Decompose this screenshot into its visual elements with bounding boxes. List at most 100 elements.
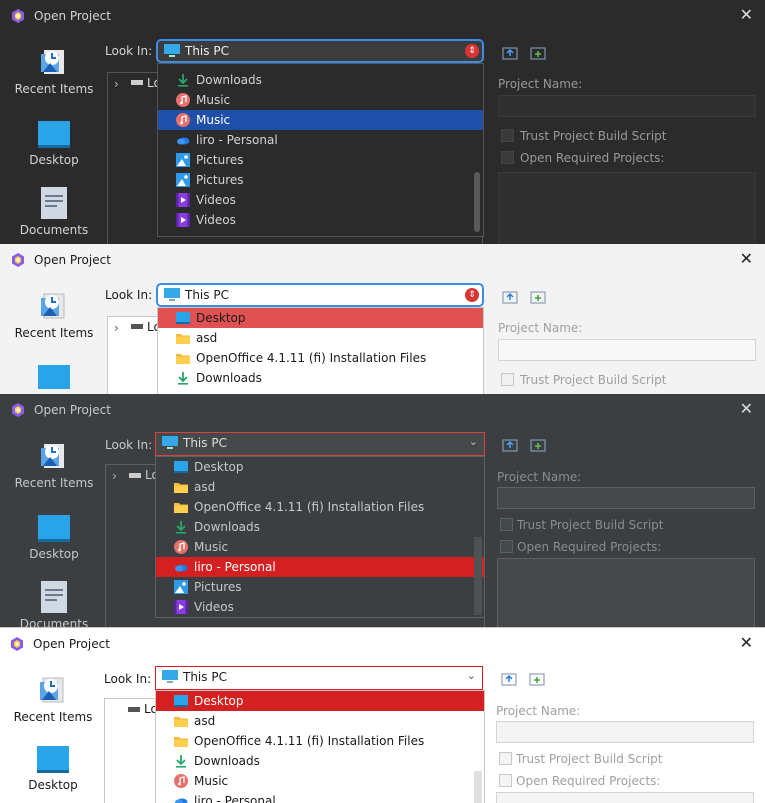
dropdown-item[interactable]: Pictures [158, 170, 483, 190]
trust-build-script-checkbox[interactable] [500, 518, 513, 531]
desktop-icon [38, 515, 70, 542]
sidebar-recent-items[interactable]: Recent Items [10, 46, 98, 96]
onedrive-icon [176, 133, 190, 147]
project-name-label: Project Name: [496, 704, 581, 718]
dropdown-item[interactable]: Downloads [158, 368, 483, 388]
close-button[interactable]: ✕ [740, 250, 753, 268]
dropdown-item[interactable]: Music [158, 110, 483, 130]
dropdown-item[interactable]: Desktop [156, 691, 484, 711]
look-in-combobox[interactable]: This PC ⌄ [155, 666, 483, 690]
dropdown-item[interactable]: Pictures [158, 150, 483, 170]
look-in-dropdown[interactable]: Downloads Music Music liro - Personal Pictur… [157, 63, 484, 237]
open-required-label: Open Required Projects: [517, 540, 662, 554]
trust-build-script-checkbox[interactable] [499, 752, 512, 765]
dropdown-item[interactable]: Music [158, 90, 483, 110]
sidebar-recent-items[interactable]: Recent Items [9, 674, 97, 724]
project-name-label: Project Name: [497, 470, 582, 484]
dropdown-item[interactable]: liro - Personal [158, 130, 483, 150]
desktop-icon [37, 746, 69, 773]
new-folder-icon[interactable] [530, 438, 546, 452]
sidebar-desktop[interactable]: Desktop [9, 746, 97, 792]
dropdown-item-label: Desktop [196, 311, 246, 325]
dropdown-item-label: Desktop [194, 694, 244, 708]
tree-expand-icon[interactable]: › [114, 77, 119, 91]
dropdown-item-label: OpenOffice 4.1.11 (fi) Installation File… [194, 500, 425, 514]
videos-icon [174, 600, 188, 614]
sidebar-documents[interactable]: Documents [10, 581, 98, 627]
dropdown-item[interactable]: Videos [156, 597, 484, 617]
dropdown-item-label: Downloads [194, 520, 260, 534]
dropdown-item[interactable]: Videos [158, 210, 483, 230]
open-required-checkbox[interactable] [499, 774, 512, 787]
dropdown-item[interactable]: OpenOffice 4.1.11 (fi) Installation File… [158, 348, 483, 368]
dropdown-item[interactable]: liro - Personal [156, 791, 484, 803]
dropdown-scrollbar[interactable] [474, 172, 480, 232]
dropdown-item[interactable]: Music [156, 771, 484, 791]
dropdown-item[interactable]: asd [156, 711, 484, 731]
trust-build-script-checkbox[interactable] [501, 129, 514, 142]
sidebar-desktop[interactable] [10, 365, 98, 394]
documents-icon [41, 187, 67, 219]
new-folder-icon[interactable] [530, 290, 546, 304]
dropdown-item[interactable]: OpenOffice 4.1.11 (fi) Installation File… [156, 731, 484, 751]
dropdown-item[interactable]: Downloads [156, 517, 484, 537]
dropdown-scrollbar[interactable] [474, 537, 482, 615]
up-folder-icon[interactable] [501, 672, 517, 686]
sidebar-recent-items[interactable]: Recent Items [10, 290, 98, 340]
open-required-label: Open Required Projects: [516, 774, 661, 788]
dropdown-item[interactable]: Pictures [156, 577, 484, 597]
dropdown-item-label: Downloads [196, 73, 262, 87]
pictures-icon [174, 580, 188, 594]
recent-items-icon [40, 677, 64, 703]
look-in-value: This PC [185, 288, 229, 302]
sidebar-desktop[interactable]: Desktop [10, 121, 98, 167]
up-folder-icon[interactable] [502, 290, 518, 304]
sidebar-desktop[interactable]: Desktop [10, 515, 98, 561]
look-in-dropdown[interactable]: Desktop asd OpenOffice 4.1.11 (fi) Install… [155, 690, 485, 803]
combo-arrow-icon[interactable]: ⇕ [465, 44, 479, 58]
dropdown-item[interactable]: Desktop [158, 308, 483, 328]
dropdown-item[interactable]: Music [156, 537, 484, 557]
dialog-title: Open Project [33, 637, 110, 651]
new-folder-icon[interactable] [530, 46, 546, 60]
sidebar-recent-items[interactable]: Recent Items [10, 440, 98, 490]
look-in-combobox[interactable]: This PC ⇕ [157, 40, 483, 62]
look-in-combobox[interactable]: This PC ⌄ [155, 432, 485, 456]
sidebar-documents[interactable]: Documents [10, 187, 98, 237]
new-folder-icon[interactable] [529, 672, 545, 686]
onedrive-icon [174, 560, 188, 574]
dropdown-item[interactable]: Desktop [156, 457, 484, 477]
dropdown-item[interactable]: Downloads [158, 70, 483, 90]
dropdown-scrollbar[interactable] [474, 771, 482, 803]
dropdown-item[interactable]: Videos [158, 190, 483, 210]
close-button[interactable]: ✕ [740, 400, 753, 418]
sidebar-label-recent: Recent Items [14, 476, 94, 490]
look-in-combobox[interactable]: This PC ⇕ [157, 284, 483, 306]
dropdown-item[interactable]: asd [156, 477, 484, 497]
dropdown-item[interactable]: liro - Personal [156, 557, 484, 577]
look-in-dropdown[interactable]: Desktop asd OpenOffice 4.1.11 (fi) Install… [157, 307, 484, 394]
desktop-icon [174, 694, 188, 708]
dropdown-item-label: asd [194, 480, 216, 494]
close-button[interactable]: ✕ [740, 634, 753, 652]
dropdown-item[interactable]: OpenOffice 4.1.11 (fi) Installation File… [156, 497, 484, 517]
dropdown-item[interactable]: asd [158, 328, 483, 348]
chevron-down-icon[interactable]: ⌄ [467, 669, 476, 682]
trust-build-script-checkbox[interactable] [501, 373, 514, 386]
look-in-label: Look In: [105, 288, 153, 302]
chevron-down-icon[interactable]: ⌄ [469, 435, 478, 448]
combo-arrow-icon[interactable]: ⇕ [465, 288, 479, 302]
open-project-dialog-darcula: Open Project ✕ Recent Items Desktop Docu… [0, 394, 765, 627]
dropdown-item[interactable]: Downloads [156, 751, 484, 771]
tree-expand-icon[interactable]: › [114, 321, 119, 335]
open-required-checkbox[interactable] [500, 540, 513, 553]
download-icon [174, 520, 188, 534]
look-in-label: Look In: [105, 44, 153, 58]
drive-icon [131, 80, 143, 85]
up-folder-icon[interactable] [502, 46, 518, 60]
close-button[interactable]: ✕ [740, 6, 753, 24]
open-required-checkbox[interactable] [501, 151, 514, 164]
look-in-dropdown[interactable]: Desktop asd OpenOffice 4.1.11 (fi) Install… [155, 456, 485, 618]
up-folder-icon[interactable] [502, 438, 518, 452]
tree-expand-icon[interactable]: › [112, 469, 117, 483]
